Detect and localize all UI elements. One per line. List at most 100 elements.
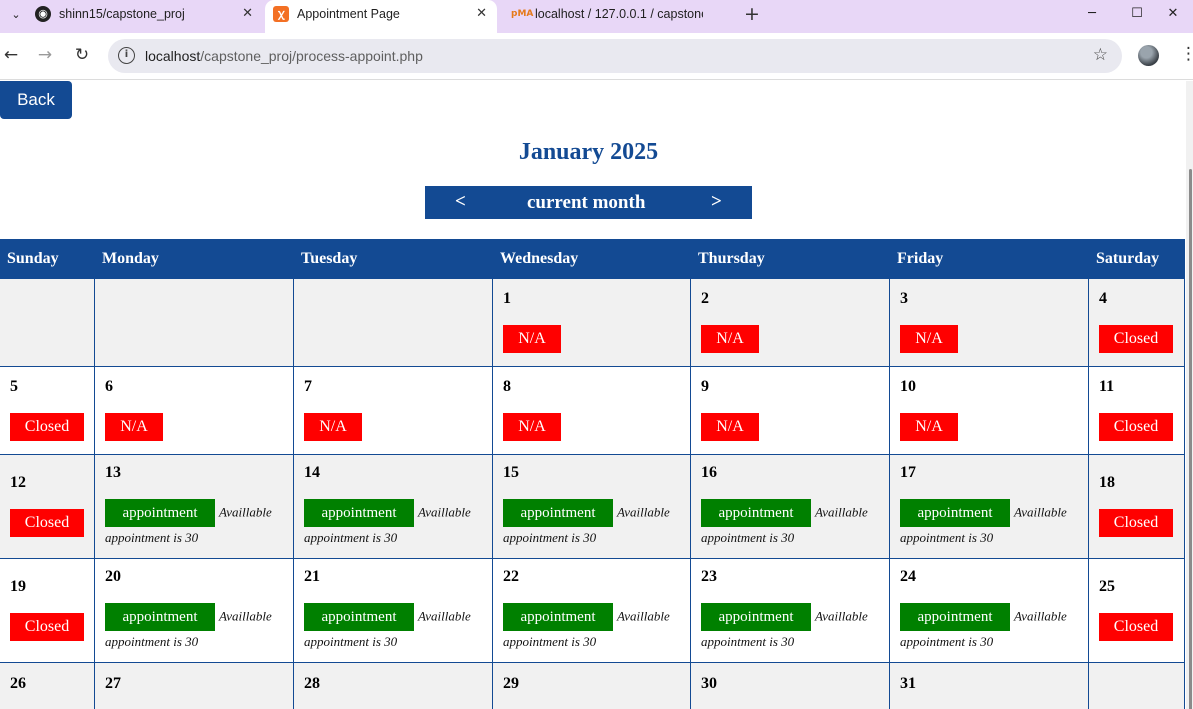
calendar-day-cell: 10 N/A (889, 366, 1089, 455)
tab-search-icon[interactable]: ⌄ (4, 4, 28, 24)
day-number: 17 (900, 463, 916, 481)
page-content: Back January 2025 < current month > Sund… (0, 81, 1193, 709)
calendar-day-cell: 24 appointment Availlable appointment is … (889, 558, 1089, 663)
closed-badge: Closed (10, 509, 84, 537)
appointment-button[interactable]: appointment (503, 602, 613, 631)
tab-github[interactable]: ◉ shinn15/capstone_proj ✕ (27, 0, 263, 33)
browser-tab-strip: ⌄ ◉ shinn15/capstone_proj ✕ ꭓ Appointmen… (0, 0, 1193, 33)
not-available-badge: N/A (503, 325, 561, 353)
weekday-header-row: Sunday Monday Tuesday Wednesday Thursday Frid… (0, 239, 1185, 279)
back-arrow-icon[interactable]: ← (0, 44, 22, 66)
day-number: 2 (701, 290, 709, 307)
calendar-day-cell: 28 (293, 662, 493, 709)
day-number: 6 (105, 378, 113, 395)
day-number: 27 (105, 675, 121, 692)
weekday-header-friday: Friday (889, 239, 1089, 279)
calendar-day-cell: 11 Closed (1088, 366, 1185, 455)
previous-month-link[interactable]: < (455, 191, 466, 213)
calendar-day-cell: 22 appointment Availlable appointment is … (492, 558, 691, 663)
github-icon: ◉ (35, 6, 51, 22)
browser-toolbar: ← → ↻ i localhost/capstone_proj/process-… (0, 33, 1193, 80)
not-available-badge: N/A (105, 413, 163, 441)
minimize-icon[interactable]: ─ (1072, 2, 1112, 28)
day-number: 22 (503, 567, 519, 585)
tab-phpmyadmin[interactable]: pMA localhost / 127.0.0.1 / capstone_ (503, 0, 739, 33)
day-number: 19 (10, 578, 26, 595)
not-available-badge: N/A (900, 325, 958, 353)
close-tab-icon[interactable]: ✕ (476, 6, 487, 22)
calendar-day-cell: 4 Closed (1088, 278, 1185, 367)
day-number: 10 (900, 378, 916, 395)
maximize-icon[interactable]: ☐ (1117, 2, 1157, 28)
new-tab-button[interactable]: + (744, 3, 760, 25)
address-bar[interactable]: i localhost/capstone_proj/process-appoin… (108, 39, 1122, 73)
site-info-icon[interactable]: i (118, 47, 135, 64)
bookmark-star-icon[interactable]: ☆ (1093, 45, 1108, 65)
calendar-day-cell: 5 Closed (0, 366, 95, 455)
calendar-table: Sunday Monday Tuesday Wednesday Thursday Frid… (0, 239, 1185, 709)
weekday-header-saturday: Saturday (1088, 239, 1185, 279)
calendar-day-cell: 9 N/A (690, 366, 890, 455)
day-number: 15 (503, 463, 519, 481)
calendar-day-cell: 23 appointment Availlable appointment is … (690, 558, 890, 663)
calendar-empty-cell (94, 278, 294, 367)
closed-badge: Closed (1099, 413, 1173, 441)
calendar-week-row: 26 27 28 29 30 31 (0, 662, 1185, 709)
forward-arrow-icon[interactable]: → (34, 44, 56, 66)
weekday-header-tuesday: Tuesday (293, 239, 493, 279)
browser-menu-icon[interactable]: ⋮ (1180, 44, 1193, 64)
tab-appointment-page[interactable]: ꭓ Appointment Page ✕ (265, 0, 497, 33)
appointment-button[interactable]: appointment (105, 498, 215, 527)
calendar-empty-cell (1088, 662, 1185, 709)
calendar-day-cell: 15 appointment Availlable appointment is … (492, 454, 691, 559)
calendar-day-cell: 8 N/A (492, 366, 691, 455)
appointment-button[interactable]: appointment (701, 498, 811, 527)
calendar-day-cell: 17 appointment Availlable appointment is … (889, 454, 1089, 559)
calendar-day-cell: 14 appointment Availlable appointment is … (293, 454, 493, 559)
calendar-day-cell: 7 N/A (293, 366, 493, 455)
current-month-link[interactable]: current month (527, 192, 645, 214)
appointment-button[interactable]: appointment (900, 498, 1010, 527)
day-number: 31 (900, 675, 916, 692)
appointment-button[interactable]: appointment (105, 602, 215, 631)
day-number: 28 (304, 675, 320, 692)
not-available-badge: N/A (304, 413, 362, 441)
calendar-day-cell: 18 Closed (1088, 454, 1185, 559)
calendar-day-cell: 2 N/A (690, 278, 890, 367)
appointment-button[interactable]: appointment (503, 498, 613, 527)
profile-avatar[interactable] (1138, 45, 1159, 66)
weekday-header-sunday: Sunday (0, 239, 95, 279)
url-text[interactable]: localhost/capstone_proj/process-appoint.… (145, 48, 423, 64)
calendar-day-cell: 6 N/A (94, 366, 294, 455)
closed-badge: Closed (10, 613, 84, 641)
appointment-button[interactable]: appointment (701, 602, 811, 631)
next-month-link[interactable]: > (711, 191, 722, 213)
back-button[interactable]: Back (0, 81, 72, 119)
tab-title: localhost / 127.0.0.1 / capstone_ (535, 7, 703, 21)
scrollbar-thumb[interactable] (1189, 169, 1192, 709)
day-number: 3 (900, 290, 908, 307)
reload-icon[interactable]: ↻ (71, 44, 93, 66)
tab-title: shinn15/capstone_proj (59, 7, 185, 21)
appointment-button[interactable]: appointment (900, 602, 1010, 631)
day-number: 9 (701, 378, 709, 395)
day-number: 11 (1099, 378, 1115, 395)
calendar-day-cell: 25 Closed (1088, 558, 1185, 663)
calendar-day-cell: 21 appointment Availlable appointment is … (293, 558, 493, 663)
month-title: January 2025 (518, 139, 659, 165)
weekday-header-thursday: Thursday (690, 239, 890, 279)
day-number: 25 (1099, 578, 1115, 595)
appointment-button[interactable]: appointment (304, 498, 414, 527)
calendar-day-cell: 13 appointment Availlable appointment is … (94, 454, 294, 559)
calendar-week-row: 12 Closed 13 appointment Availlable appoint… (0, 454, 1185, 559)
closed-badge: Closed (1099, 509, 1173, 537)
window-close-icon[interactable]: ✕ (1153, 2, 1193, 28)
day-number: 12 (10, 474, 26, 491)
calendar-day-cell: 27 (94, 662, 294, 709)
calendar-day-cell: 12 Closed (0, 454, 95, 559)
calendar-empty-cell (0, 278, 95, 367)
xampp-icon: ꭓ (273, 6, 289, 22)
calendar-day-cell: 16 appointment Availlable appointment is … (690, 454, 890, 559)
close-tab-icon[interactable]: ✕ (242, 6, 253, 22)
appointment-button[interactable]: appointment (304, 602, 414, 631)
